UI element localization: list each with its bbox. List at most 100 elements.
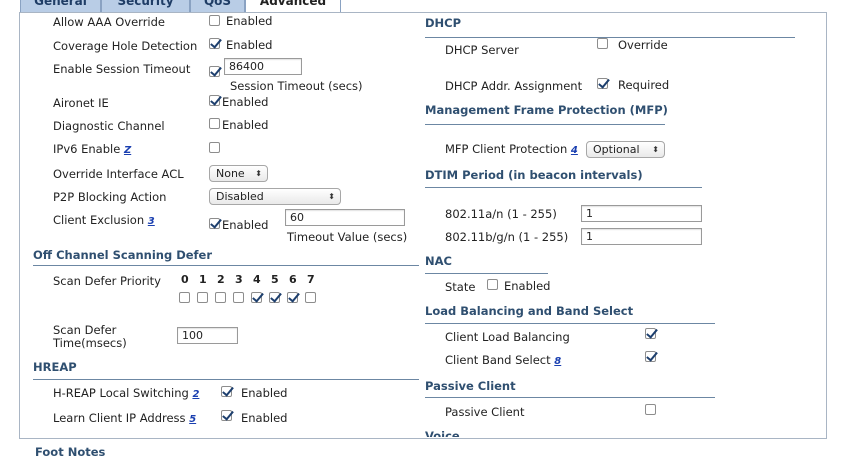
client-exclusion-timeout-input[interactable]: 60: [285, 209, 405, 226]
hreap-header: HREAP: [33, 360, 77, 374]
aironet-ie-label: Aironet IE: [53, 96, 109, 110]
section-divider: [425, 187, 702, 188]
priority-checkbox-4[interactable]: [251, 292, 262, 303]
dhcp-addr-checkbox[interactable]: [597, 78, 608, 89]
priority-digit-4: 4: [253, 273, 261, 286]
priority-checkbox-6[interactable]: [287, 292, 298, 303]
client-band-label: Client Band Select 8: [445, 353, 561, 367]
priority-digit-3: 3: [235, 273, 243, 286]
nac-state-checkbox[interactable]: [487, 279, 498, 290]
priority-checkbox-3[interactable]: [233, 292, 244, 303]
dtim-b-input[interactable]: 1: [581, 228, 702, 245]
dtim-a-label: 802.11a/n (1 - 255): [445, 207, 557, 221]
ipv6-checkbox[interactable]: [209, 142, 220, 153]
ipv6-label: IPv6 Enable Z: [53, 142, 131, 156]
nac-state-label: State: [445, 280, 476, 294]
scan-defer-priority-label: Scan Defer Priority: [53, 274, 161, 288]
section-divider: [33, 379, 419, 380]
nac-header: NAC: [425, 254, 452, 268]
dtim-b-label: 802.11b/g/n (1 - 255): [445, 230, 569, 244]
off-channel-header: Off Channel Scanning Defer: [33, 248, 213, 262]
hreap-local-footnote-link[interactable]: 2: [192, 389, 199, 400]
aironet-ie-text: Enabled: [222, 95, 269, 109]
allow-aaa-label: Allow AAA Override: [53, 15, 166, 29]
coverage-hole-text: Enabled: [226, 38, 273, 52]
priority-checkbox-7[interactable]: [305, 292, 316, 303]
learn-ip-footnote-link[interactable]: 5: [189, 414, 196, 425]
session-timeout-caption: Session Timeout (secs): [230, 79, 363, 93]
priority-digit-5: 5: [271, 273, 279, 286]
dhcp-server-text: Override: [618, 38, 668, 52]
dtim-header: DTIM Period (in beacon intervals): [425, 168, 643, 182]
section-divider: [425, 397, 715, 398]
session-timeout-input[interactable]: 86400: [224, 58, 302, 75]
priority-checkbox-0[interactable]: [179, 292, 190, 303]
client-exclusion-checkbox[interactable]: [209, 218, 220, 229]
ipv6-footnote-link[interactable]: Z: [124, 145, 131, 156]
mfp-client-label: MFP Client Protection 4: [445, 142, 578, 156]
client-band-checkbox[interactable]: [645, 351, 656, 362]
mfp-client-label-text: MFP Client Protection: [445, 142, 568, 156]
learn-ip-text: Enabled: [241, 411, 288, 425]
allow-aaa-checkbox[interactable]: [209, 15, 220, 26]
diag-channel-label: Diagnostic Channel: [53, 119, 165, 133]
mfp-client-footnote-link[interactable]: 4: [571, 145, 578, 156]
section-divider: [425, 323, 715, 324]
client-lb-checkbox[interactable]: [645, 328, 656, 339]
p2p-value: Disabled: [216, 190, 264, 203]
diag-channel-text: Enabled: [222, 118, 269, 132]
p2p-select[interactable]: Disabled ⬍: [209, 188, 341, 205]
passive-client-label: Passive Client: [445, 405, 525, 419]
load-balancing-header: Load Balancing and Band Select: [425, 304, 634, 318]
dhcp-addr-text: Required: [618, 78, 670, 92]
client-lb-label: Client Load Balancing: [445, 330, 570, 344]
hreap-local-label-text: H-REAP Local Switching: [53, 386, 189, 400]
client-exclusion-footnote-link[interactable]: 3: [148, 216, 155, 227]
client-band-label-text: Client Band Select: [445, 353, 551, 367]
client-exclusion-text: Enabled: [222, 218, 269, 232]
client-band-footnote-link[interactable]: 8: [554, 356, 561, 367]
override-acl-label: Override Interface ACL: [53, 167, 184, 181]
scan-defer-time-label-1: Scan Defer: [53, 323, 117, 337]
session-timeout-checkbox[interactable]: [209, 66, 220, 77]
hreap-local-checkbox[interactable]: [221, 386, 232, 397]
override-acl-select[interactable]: None ⬍: [209, 165, 268, 182]
priority-digit-1: 1: [199, 273, 207, 286]
coverage-hole-label: Coverage Hole Detection: [53, 39, 198, 53]
select-arrows-icon: ⬍: [652, 145, 659, 154]
learn-ip-checkbox[interactable]: [221, 410, 232, 421]
client-exclusion-label-text: Client Exclusion: [53, 213, 145, 227]
dtim-a-input[interactable]: 1: [581, 205, 702, 222]
priority-checkbox-1[interactable]: [197, 292, 208, 303]
priority-checkbox-5[interactable]: [269, 292, 280, 303]
ipv6-label-text: IPv6 Enable: [53, 142, 121, 156]
learn-ip-label: Learn Client IP Address 5: [53, 411, 196, 425]
section-divider: [425, 273, 548, 274]
passive-client-checkbox[interactable]: [645, 404, 656, 415]
mfp-header: Management Frame Protection (MFP): [425, 103, 668, 117]
select-arrows-icon: ⬍: [255, 169, 262, 178]
dhcp-server-checkbox[interactable]: [597, 38, 608, 49]
select-arrows-icon: ⬍: [328, 192, 335, 201]
passive-client-header: Passive Client: [425, 379, 516, 393]
nac-state-text: Enabled: [504, 279, 551, 293]
section-divider: [425, 37, 795, 38]
client-exclusion-label: Client Exclusion 3: [53, 213, 155, 227]
aironet-ie-checkbox[interactable]: [209, 95, 220, 106]
dhcp-addr-label: DHCP Addr. Assignment: [445, 79, 583, 93]
dhcp-header: DHCP: [425, 16, 462, 30]
coverage-hole-checkbox[interactable]: [209, 38, 220, 49]
dhcp-server-label: DHCP Server: [445, 43, 519, 57]
mfp-client-value: Optional: [593, 143, 640, 156]
mfp-client-select[interactable]: Optional ⬍: [586, 141, 665, 158]
priority-checkbox-2[interactable]: [215, 292, 226, 303]
priority-digit-6: 6: [289, 273, 297, 286]
diag-channel-checkbox[interactable]: [209, 118, 220, 129]
hreap-local-text: Enabled: [241, 386, 288, 400]
scan-defer-time-input[interactable]: 100: [177, 327, 238, 344]
priority-digit-7: 7: [307, 273, 315, 286]
allow-aaa-text: Enabled: [226, 14, 273, 28]
learn-ip-label-text: Learn Client IP Address: [53, 411, 186, 425]
section-divider: [425, 124, 665, 125]
voice-header: Voice: [425, 429, 460, 437]
